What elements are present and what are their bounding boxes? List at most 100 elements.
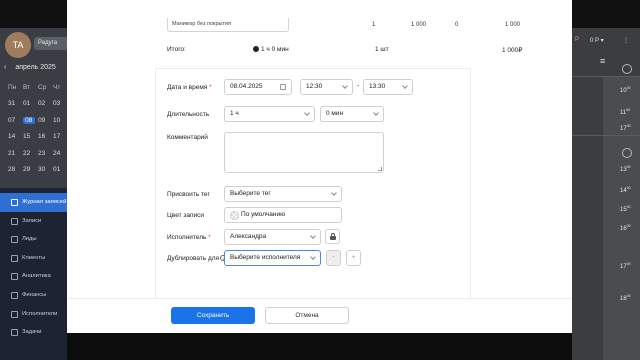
add-duplicate-button[interactable]: + <box>346 250 361 266</box>
service-total: 1 000 <box>505 22 521 28</box>
chevron-down-icon <box>310 233 316 239</box>
header-balance[interactable]: 0 Р ▾ <box>590 37 604 44</box>
time-slot: 1800 <box>620 294 631 302</box>
calendar-day[interactable]: 14 <box>8 133 23 140</box>
sidebar-item-finance[interactable]: Финансы <box>0 286 67 305</box>
time-slot: 1700 <box>620 124 631 132</box>
time-slot: 1700 <box>620 262 631 270</box>
executors-icon <box>11 310 18 318</box>
comment-label: Комментарий <box>167 134 208 141</box>
sidebar-item-label: Лиды <box>22 236 37 243</box>
calendar-day[interactable]: 17 <box>53 133 68 140</box>
totals-sum: 1 000₽ <box>502 47 523 54</box>
color-select[interactable]: По умолчанию <box>224 207 342 223</box>
resize-handle[interactable] <box>378 167 382 171</box>
calendar-day[interactable]: 24 <box>53 150 68 157</box>
sidebar-item-label: Журнал записей <box>22 199 67 205</box>
calendar-day[interactable]: 09 <box>38 117 53 124</box>
chevron-down-icon <box>331 190 337 196</box>
mini-calendar: Пн Вт Ср Чт 31 01 02 03 07 08 09 10 14 1… <box>8 79 68 178</box>
time-slot: 1500 <box>620 205 631 213</box>
screen: TA Радуга ‹ апрель 2025 Пн Вт Ср Чт 31 01… <box>0 0 640 360</box>
sidebar-item-label: Исполнители <box>22 310 58 317</box>
calendar-day[interactable]: 10 <box>53 117 68 124</box>
sidebar-item-executors[interactable]: Исполнители <box>0 305 67 324</box>
record-modal: Маникюр без покрытия 1 1 000 0 1 000 Ито… <box>67 0 572 333</box>
sidebar-item-label: Записи <box>22 217 42 224</box>
sidebar-item-journal[interactable]: Журнал записей <box>0 193 67 212</box>
time-slot: 1100 <box>620 108 631 116</box>
calendar-day[interactable]: 01 <box>53 166 68 173</box>
remove-duplicate-button[interactable]: - <box>326 250 341 266</box>
time-separator: - <box>357 83 360 90</box>
totals-qty: 1 шт <box>375 46 389 53</box>
calendar-day[interactable]: 31 <box>8 100 23 107</box>
service-field[interactable]: Маникюр без покрытия <box>167 18 289 32</box>
menu-icon[interactable]: ≡ <box>600 56 605 66</box>
service-discount[interactable]: 0 <box>455 22 458 28</box>
divider <box>572 135 640 136</box>
tasks-icon <box>11 329 18 337</box>
calendar-day[interactable]: 29 <box>23 166 38 173</box>
calendar-day[interactable]: 01 <box>23 100 38 107</box>
weekday: Вт <box>23 83 31 91</box>
weekday: Ср <box>38 83 47 91</box>
chevron-down-icon <box>373 110 379 116</box>
time-to-select[interactable]: 13:30 <box>363 79 413 95</box>
comment-textarea[interactable] <box>224 132 384 173</box>
tag-select[interactable]: Выберите тег <box>224 186 342 202</box>
calendar-day[interactable]: 16 <box>38 133 53 140</box>
time-from-select[interactable]: 12:30 <box>300 79 353 95</box>
sidebar-item-records[interactable]: Записи <box>0 212 67 231</box>
executor-label: Исполнитель * <box>167 234 211 241</box>
sidebar-item-label: Клиенты <box>22 254 46 261</box>
service-row: Маникюр без покрытия 1 1 000 0 1 000 <box>67 0 572 40</box>
duration-hours-select[interactable]: 1 ч <box>224 106 315 122</box>
lock-button[interactable] <box>325 229 340 244</box>
calendar-day[interactable]: 28 <box>8 166 23 173</box>
calendar-day[interactable]: 02 <box>38 100 53 107</box>
sidebar-nav: Журнал записей Записи Лиды Клиенты Анали… <box>0 193 67 342</box>
weekday: Чт <box>53 83 61 91</box>
sidebar-item-label: Аналитика <box>22 273 51 280</box>
header-currency: Р <box>575 37 580 43</box>
duplicate-label: Дублировать дляi <box>167 255 227 262</box>
save-button[interactable]: Сохранить <box>171 307 255 324</box>
calendar-week: 14 15 16 17 <box>8 129 68 146</box>
duration-minutes-select[interactable]: 0 мин <box>320 106 384 122</box>
calendar-day[interactable]: 03 <box>53 100 68 107</box>
calendar-day[interactable]: 07 <box>8 117 23 124</box>
circle-icon[interactable] <box>622 148 632 158</box>
sidebar-item-analytics[interactable]: Аналитика <box>0 267 67 286</box>
sidebar-item-leads[interactable]: Лиды <box>0 230 67 249</box>
chevron-down-icon <box>304 110 310 116</box>
more-icon[interactable]: ⋮ <box>623 37 629 44</box>
sidebar-item-tasks[interactable]: Задачи <box>0 323 67 342</box>
avatar[interactable]: TA <box>5 32 31 58</box>
calendar-week: 31 01 02 03 <box>8 96 68 113</box>
color-label: Цвет записи <box>167 212 204 219</box>
circle-icon[interactable] <box>622 64 632 74</box>
date-input[interactable]: 08.04.2025 <box>224 79 292 95</box>
calendar-day[interactable]: 21 <box>8 150 23 157</box>
time-slot: 1300 <box>620 165 631 173</box>
totals-duration: 1 ч 0 мин <box>253 46 289 53</box>
sidebar-item-clients[interactable]: Клиенты <box>0 249 67 268</box>
calendar-day-selected[interactable]: 08 <box>22 116 35 124</box>
date-time-label: Дата и время * <box>167 84 212 91</box>
service-qty[interactable]: 1 <box>372 22 375 28</box>
calendar-weekdays: Пн Вт Ср Чт <box>8 79 68 96</box>
service-price[interactable]: 1 000 <box>411 22 426 28</box>
duplicate-executor-select[interactable]: Выберите исполнителя <box>224 250 321 266</box>
divider <box>572 76 640 77</box>
calendar-day[interactable]: 30 <box>38 166 53 173</box>
schedule-column <box>603 76 640 360</box>
calendar-day[interactable]: 15 <box>23 133 38 140</box>
totals-label: Итого: <box>167 46 186 53</box>
cancel-button[interactable]: Отмена <box>265 307 349 324</box>
calendar-day[interactable]: 23 <box>38 150 53 157</box>
tag-label: Присвоить тег <box>167 191 210 198</box>
prev-month-icon[interactable]: ‹ <box>4 64 6 71</box>
calendar-day[interactable]: 22 <box>23 150 38 157</box>
executor-select[interactable]: Александра <box>224 229 321 245</box>
